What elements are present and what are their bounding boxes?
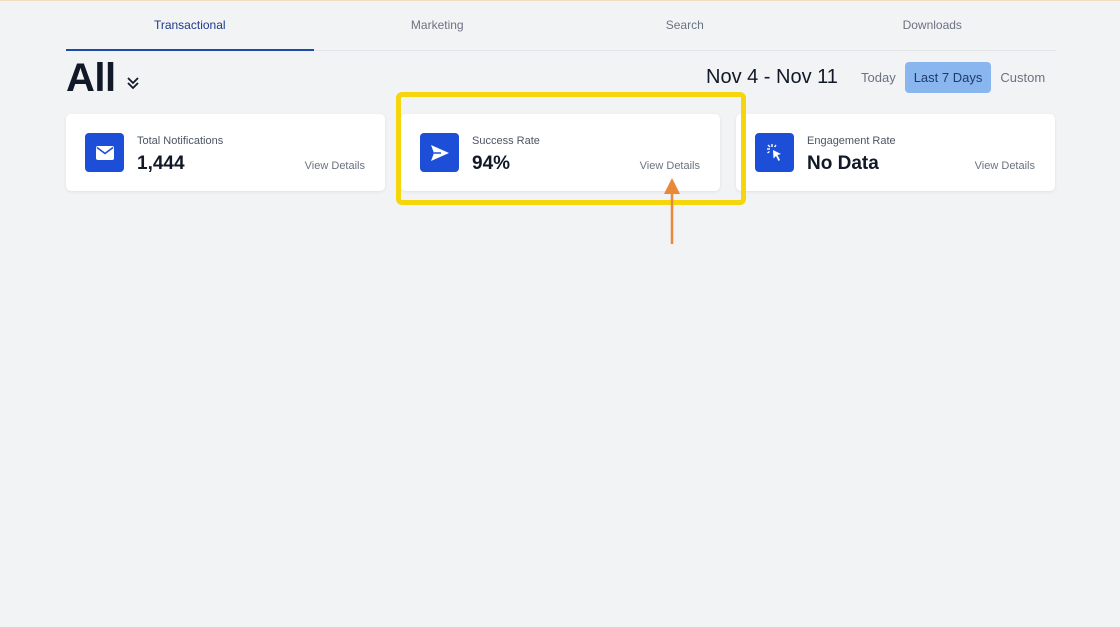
range-last-7-days-button[interactable]: Last 7 Days bbox=[904, 62, 992, 93]
scope-label: All bbox=[66, 56, 116, 100]
envelope-icon bbox=[85, 133, 124, 172]
card-value: 94% bbox=[472, 153, 511, 174]
range-buttons: Today Last 7 Days Custom bbox=[852, 62, 1054, 93]
total-notifications-card: Total Notifications 1,444 View Details bbox=[66, 114, 385, 191]
arrow-up-icon bbox=[664, 178, 680, 244]
card-label: Success Rate bbox=[472, 135, 540, 147]
engagement-rate-card: Engagement Rate No Data View Details bbox=[736, 114, 1055, 191]
view-details-link[interactable]: View Details bbox=[975, 160, 1035, 172]
view-details-link[interactable]: View Details bbox=[640, 160, 700, 172]
tab-transactional[interactable]: Transactional bbox=[66, 0, 314, 51]
card-value: 1,444 bbox=[137, 153, 185, 174]
tab-bar: Transactional Marketing Search Downloads bbox=[66, 0, 1056, 51]
range-today-button[interactable]: Today bbox=[852, 62, 905, 93]
card-label: Engagement Rate bbox=[807, 135, 896, 147]
card-value: No Data bbox=[807, 153, 879, 174]
send-icon bbox=[420, 133, 459, 172]
tab-search[interactable]: Search bbox=[561, 0, 809, 50]
view-details-link[interactable]: View Details bbox=[305, 160, 365, 172]
tab-downloads[interactable]: Downloads bbox=[809, 0, 1057, 50]
tab-marketing[interactable]: Marketing bbox=[314, 0, 562, 50]
chevrons-down-icon[interactable] bbox=[126, 75, 140, 91]
date-range: Nov 4 - Nov 11 bbox=[706, 66, 838, 88]
card-label: Total Notifications bbox=[137, 135, 224, 147]
scope-selector[interactable]: All bbox=[66, 56, 140, 101]
range-custom-button[interactable]: Custom bbox=[991, 62, 1054, 93]
cursor-click-icon bbox=[755, 133, 794, 172]
